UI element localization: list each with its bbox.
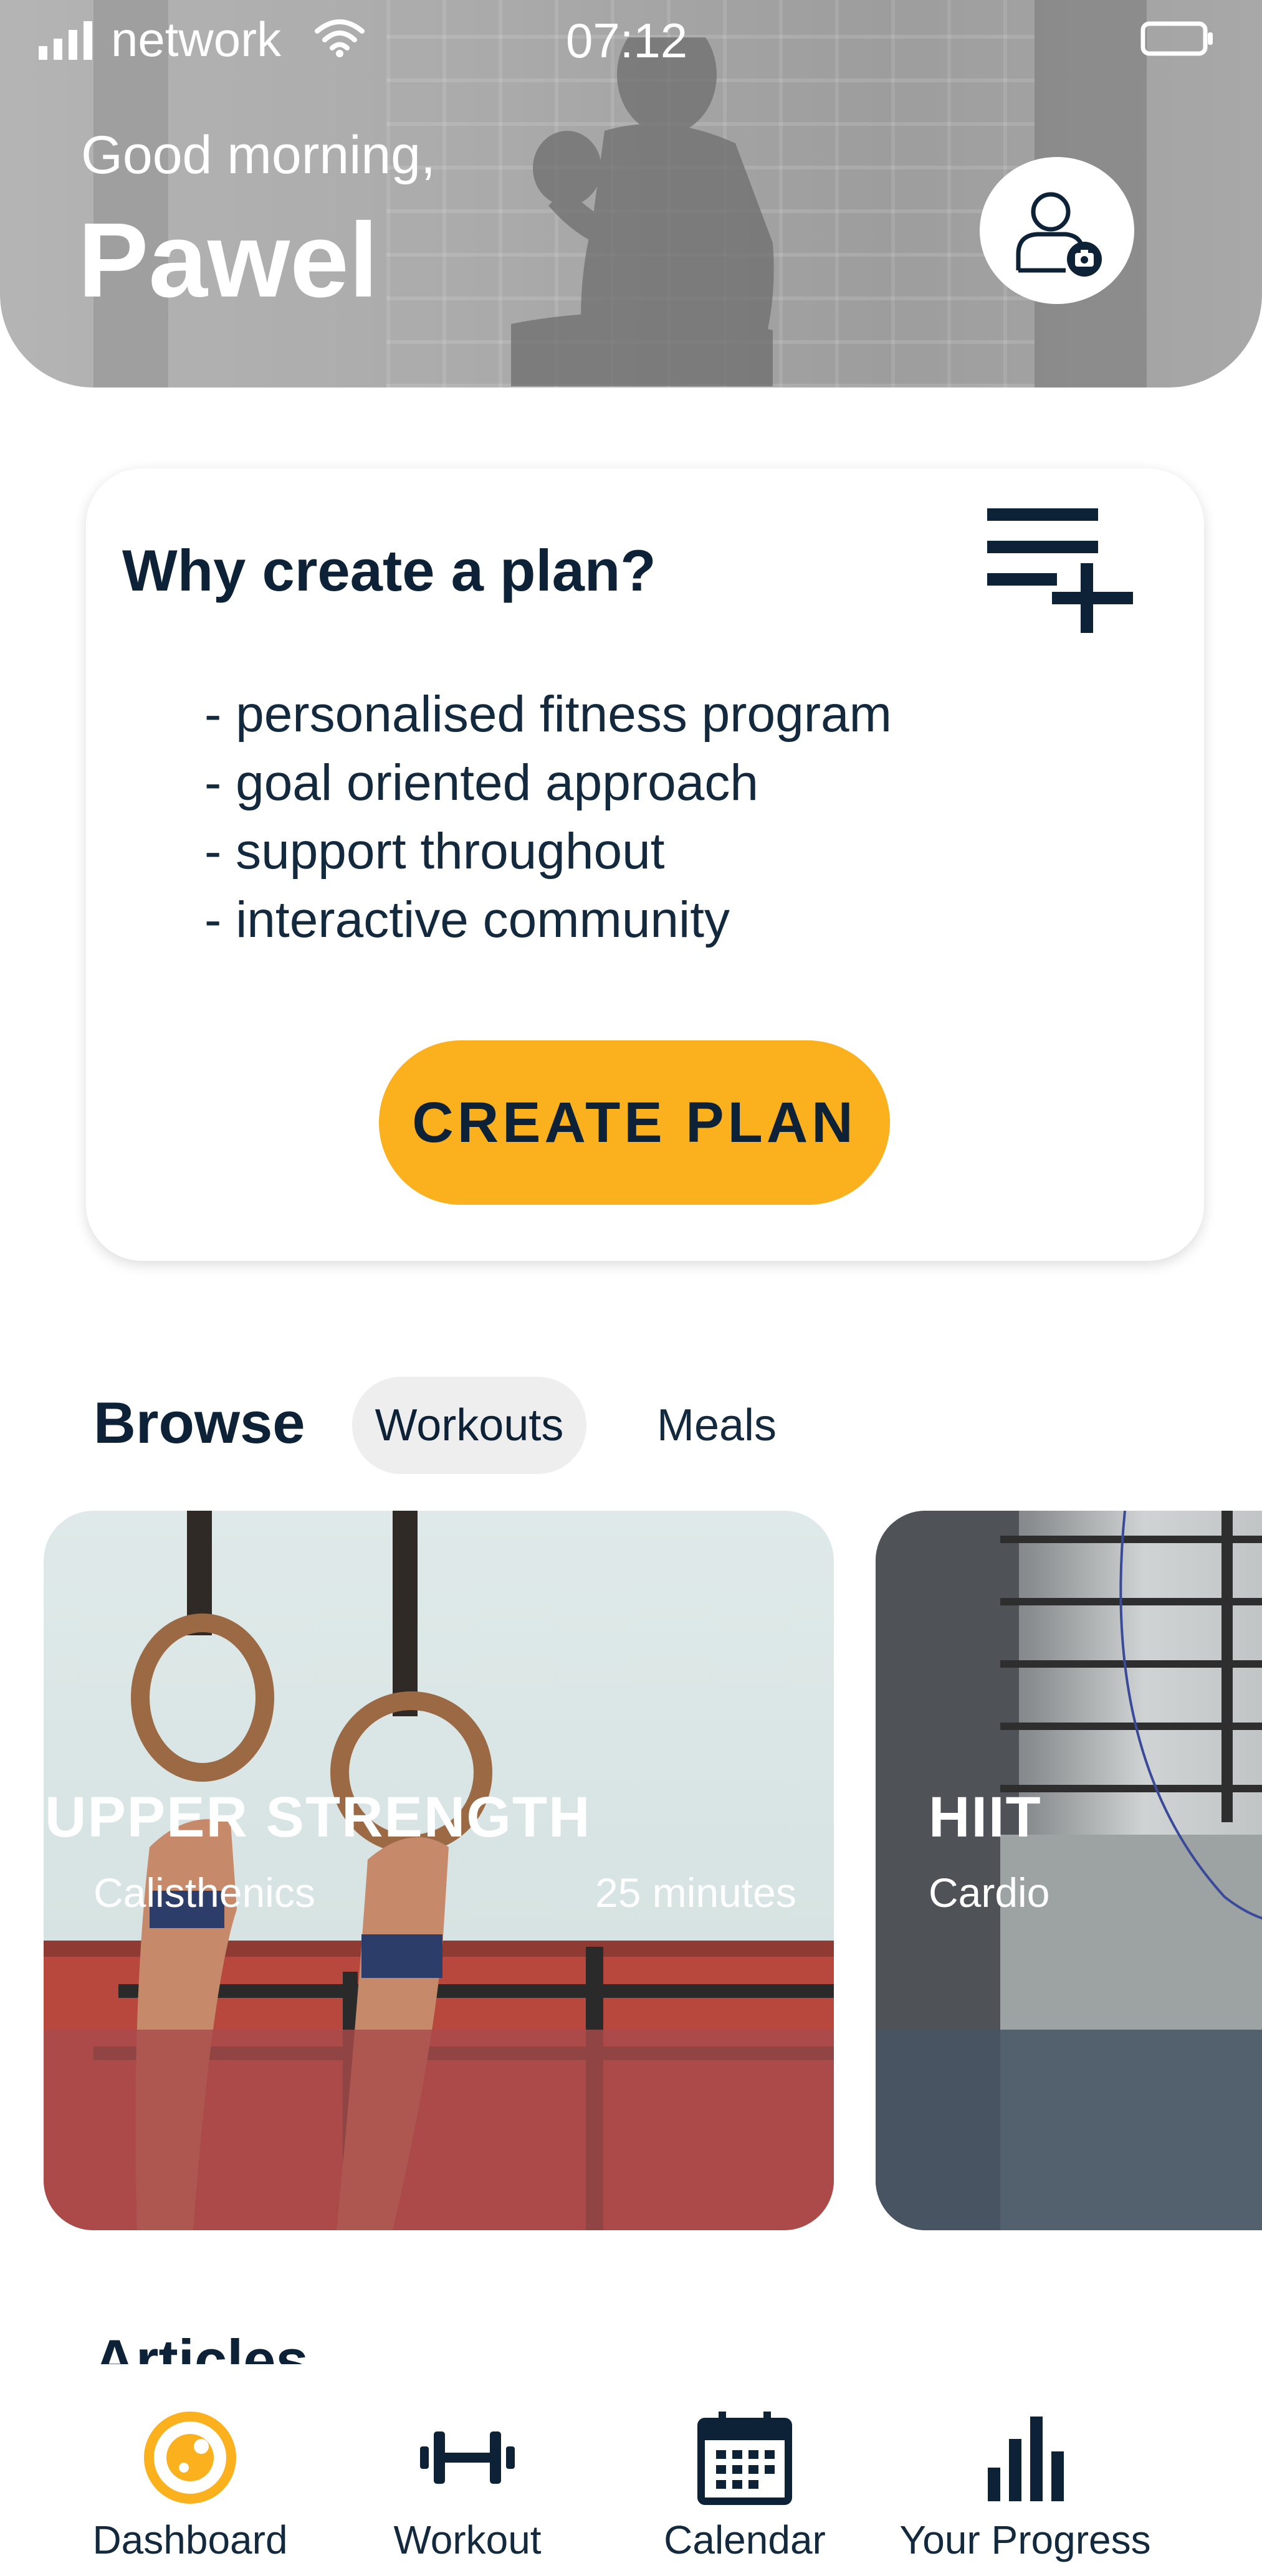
workout-card-category: Calisthenics bbox=[93, 1870, 315, 1916]
dashboard-icon bbox=[144, 2412, 236, 2504]
boxer-silhouette-image bbox=[511, 37, 774, 386]
workout-card-duration: 25 minutes bbox=[595, 1870, 796, 1916]
calendar-icon bbox=[697, 2412, 792, 2505]
bottom-navigation: Dashboard Workout Calendar Your Progress bbox=[0, 2364, 1262, 2576]
status-bar: network 07:12 bbox=[0, 0, 1262, 75]
nav-item-workout[interactable]: Workout bbox=[340, 2364, 595, 2576]
card-caption-overlay bbox=[44, 2030, 834, 2230]
workout-card-title: HIIT bbox=[929, 1785, 1042, 1849]
signal-strength-icon bbox=[39, 21, 92, 60]
browse-heading: Browse bbox=[93, 1390, 305, 1455]
nav-label: Workout bbox=[393, 2517, 542, 2562]
create-plan-button[interactable]: CREATE PLAN bbox=[379, 1040, 890, 1205]
greeting-text: Good morning, bbox=[81, 125, 436, 185]
plan-benefits-list: - personalised fitness program - goal or… bbox=[204, 680, 892, 954]
profile-photo-button[interactable] bbox=[980, 157, 1134, 304]
playlist-add-icon[interactable] bbox=[987, 503, 1144, 634]
tab-workouts[interactable]: Workouts bbox=[352, 1377, 586, 1474]
battery-icon bbox=[1140, 21, 1213, 56]
wifi-icon bbox=[315, 19, 365, 57]
plan-benefit-item: - support throughout bbox=[204, 823, 665, 880]
plan-card-title: Why create a plan? bbox=[122, 538, 656, 603]
card-caption-overlay bbox=[876, 2030, 1262, 2230]
network-label: network bbox=[111, 12, 282, 67]
plan-benefit-item: - goal oriented approach bbox=[204, 754, 758, 811]
tab-meals[interactable]: Meals bbox=[623, 1377, 810, 1474]
user-camera-icon bbox=[1016, 192, 1102, 277]
nav-item-dashboard[interactable]: Dashboard bbox=[62, 2364, 318, 2576]
nav-label: Your Progress bbox=[899, 2517, 1151, 2562]
clock: 07:12 bbox=[566, 13, 688, 68]
create-plan-card: Why create a plan? - personalised fitnes… bbox=[86, 468, 1204, 1261]
workout-card-category: Cardio bbox=[929, 1870, 1050, 1916]
dumbbell-icon bbox=[420, 2431, 515, 2484]
plan-benefit-item: - interactive community bbox=[204, 891, 730, 948]
bar-chart-icon bbox=[988, 2417, 1064, 2501]
nav-label: Calendar bbox=[664, 2517, 826, 2562]
nav-item-calendar[interactable]: Calendar bbox=[617, 2364, 872, 2576]
workout-card-title: UPPER STRENGTH bbox=[45, 1785, 591, 1849]
nav-label: Dashboard bbox=[92, 2517, 288, 2562]
user-name: Pawel bbox=[78, 201, 378, 320]
plan-benefit-item: - personalised fitness program bbox=[204, 686, 892, 743]
nav-item-your-progress[interactable]: Your Progress bbox=[894, 2364, 1156, 2576]
